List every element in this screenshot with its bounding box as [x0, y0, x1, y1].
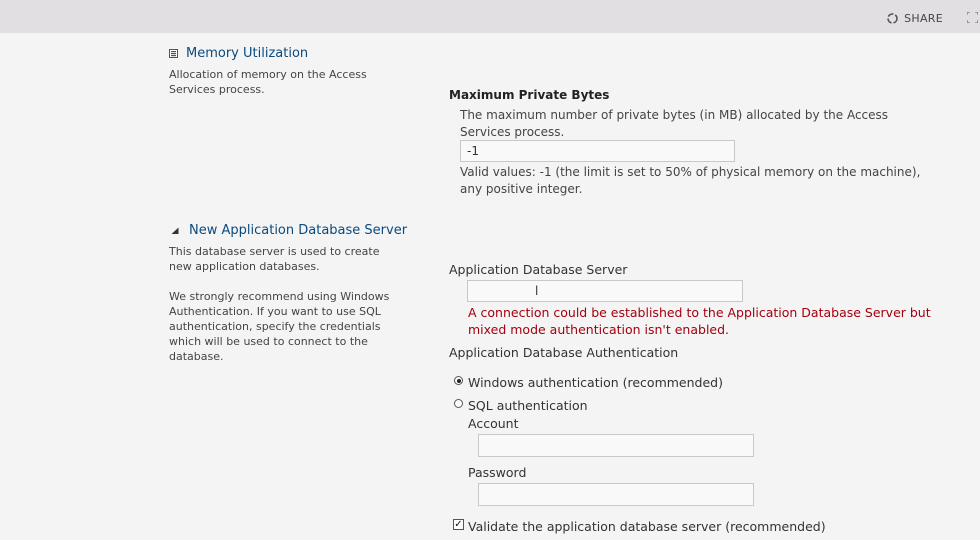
top-bar: SHARE — [0, 0, 980, 33]
password-label: Password — [468, 465, 527, 480]
expand-triangle-icon[interactable] — [171, 227, 179, 235]
sql-auth-radio[interactable] — [454, 399, 463, 408]
db-section-description-2: We strongly recommend using Windows Auth… — [169, 290, 390, 363]
db-section-header[interactable]: New Application Database Server — [171, 223, 407, 238]
memory-section-title: Memory Utilization — [186, 46, 309, 61]
windows-auth-radio[interactable] — [454, 376, 463, 385]
sql-auth-label[interactable]: SQL authentication — [468, 398, 588, 413]
account-label: Account — [468, 416, 519, 431]
settings-page: Memory Utilization Allocation of memory … — [0, 33, 980, 540]
connection-error-message: A connection could be established to the… — [468, 305, 931, 337]
valid-values-text: Valid values: -1 (the limit is set to 50… — [460, 165, 921, 196]
share-icon — [887, 13, 898, 24]
share-label: SHARE — [904, 12, 943, 25]
account-input[interactable] — [478, 434, 754, 457]
max-private-bytes-input[interactable]: -1 — [460, 140, 735, 162]
memory-section-header[interactable]: Memory Utilization — [169, 46, 308, 61]
validate-server-checkbox[interactable]: ✓ — [453, 519, 464, 530]
db-section-title: New Application Database Server — [189, 223, 408, 238]
collapse-icon[interactable] — [169, 49, 178, 58]
max-private-bytes-description: The maximum number of private bytes (in … — [460, 108, 889, 139]
memory-section-description: Allocation of memory on the Access Servi… — [169, 68, 367, 96]
focus-mode-icon[interactable] — [967, 12, 978, 23]
max-private-bytes-title: Maximum Private Bytes — [449, 88, 610, 102]
share-button[interactable]: SHARE — [886, 12, 943, 25]
windows-auth-label[interactable]: Windows authentication (recommended) — [468, 375, 723, 390]
validate-server-label[interactable]: Validate the application database server… — [468, 519, 826, 534]
app-db-server-label: Application Database Server — [449, 262, 628, 277]
db-section-description-1: This database server is used to create n… — [169, 245, 380, 273]
app-db-auth-label: Application Database Authentication — [449, 345, 679, 360]
password-input[interactable] — [478, 483, 754, 506]
app-db-server-input[interactable]: l — [467, 280, 743, 302]
